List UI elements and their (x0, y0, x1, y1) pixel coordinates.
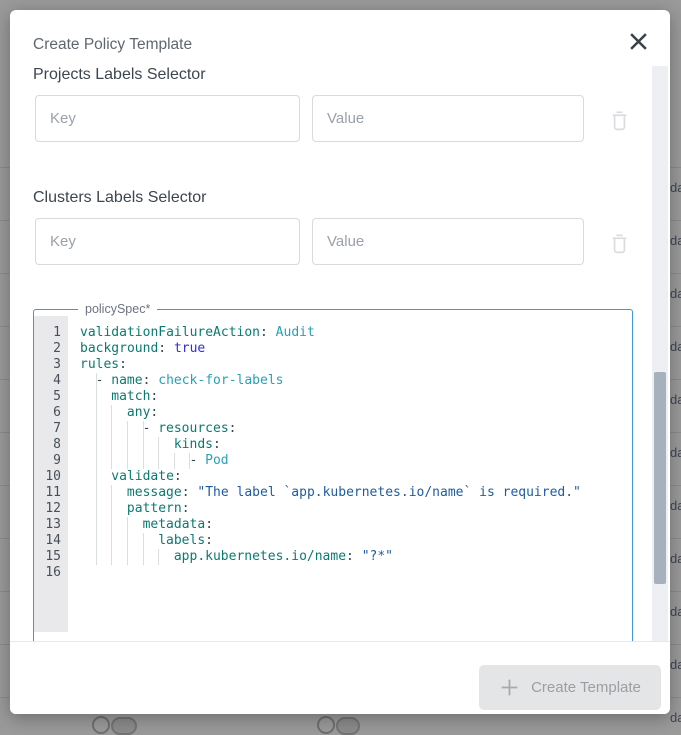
line-number: 3 (34, 357, 61, 373)
trash-icon (609, 243, 630, 258)
behind-table-cell-text: da (670, 339, 681, 354)
behind-table-cell-text: da (670, 604, 681, 619)
line-number: 14 (34, 533, 61, 549)
code-line: - Pod (80, 453, 632, 469)
line-number: 13 (34, 517, 61, 533)
editor-gutter: 12345678910111213141516 (34, 316, 68, 632)
line-number: 1 (34, 325, 61, 341)
trash-icon (609, 120, 630, 135)
code-line: - name: check-for-labels (80, 373, 632, 389)
line-number: 5 (34, 389, 61, 405)
line-number: 9 (34, 453, 61, 469)
behind-widget-circle (92, 716, 110, 734)
behind-table-cell-text: da (670, 551, 681, 566)
line-number: 16 (34, 565, 61, 581)
create-template-button[interactable]: Create Template (479, 665, 661, 710)
clusters-remove-row-button[interactable] (604, 230, 634, 260)
clusters-labels-selector-heading: Clusters Labels Selector (33, 189, 206, 207)
dialog-footer: Create Template (10, 641, 670, 714)
line-number: 2 (34, 341, 61, 357)
policy-spec-editor[interactable]: policySpec* 12345678910111213141516 vali… (33, 302, 633, 641)
behind-table-cell-text: da (670, 657, 681, 672)
code-line: validate: (80, 469, 632, 485)
create-template-label: Create Template (531, 679, 641, 696)
code-line: message: "The label `app.kubernetes.io/n… (80, 485, 632, 501)
code-line: match: (80, 389, 632, 405)
line-number: 15 (34, 549, 61, 565)
line-number: 6 (34, 405, 61, 421)
code-line: rules: (80, 357, 632, 373)
close-button[interactable] (626, 31, 650, 55)
line-number: 7 (34, 421, 61, 437)
behind-table-cell-text: da (670, 498, 681, 513)
code-lines[interactable]: validationFailureAction: Auditbackground… (68, 316, 632, 632)
line-number: 4 (34, 373, 61, 389)
behind-widget-pill (336, 717, 360, 735)
code-line: labels: (80, 533, 632, 549)
close-icon (629, 39, 648, 54)
clusters-value-input[interactable] (312, 218, 584, 265)
code-line: background: true (80, 341, 632, 357)
code-line: any: (80, 405, 632, 421)
code-line: app.kubernetes.io/name: "?*" (80, 549, 632, 565)
behind-table-cell-text: da (670, 233, 681, 248)
projects-key-input[interactable] (35, 95, 300, 142)
projects-labels-selector-heading: Projects Labels Selector (33, 66, 206, 84)
line-number: 8 (34, 437, 61, 453)
code-line: kinds: (80, 437, 632, 453)
create-policy-template-dialog: Create Policy Template Projects Labels S… (10, 10, 670, 714)
projects-value-input[interactable] (312, 95, 584, 142)
behind-table-cell-text: da (670, 710, 681, 725)
clusters-key-input[interactable] (35, 218, 300, 265)
behind-widget-circle (317, 716, 335, 734)
code-line: pattern: (80, 501, 632, 517)
code-line: metadata: (80, 517, 632, 533)
modal-scrollbar-thumb[interactable] (654, 372, 666, 584)
line-number: 11 (34, 485, 61, 501)
code-line: - resources: (80, 421, 632, 437)
behind-table-cell-text: da (670, 180, 681, 195)
projects-remove-row-button[interactable] (604, 107, 634, 137)
code-line (80, 565, 632, 581)
policy-spec-label: policySpec* (78, 302, 157, 316)
behind-table-cell-text: da (670, 286, 681, 301)
behind-table-cell-text: da (670, 445, 681, 460)
line-number: 12 (34, 501, 61, 517)
dialog-title: Create Policy Template (33, 36, 192, 54)
behind-table-cell-text: da (670, 392, 681, 407)
plus-icon (499, 677, 520, 698)
line-number: 10 (34, 469, 61, 485)
modal-scrollbar-track[interactable] (652, 66, 668, 641)
behind-widget-pill (111, 717, 137, 735)
code-line: validationFailureAction: Audit (80, 325, 632, 341)
